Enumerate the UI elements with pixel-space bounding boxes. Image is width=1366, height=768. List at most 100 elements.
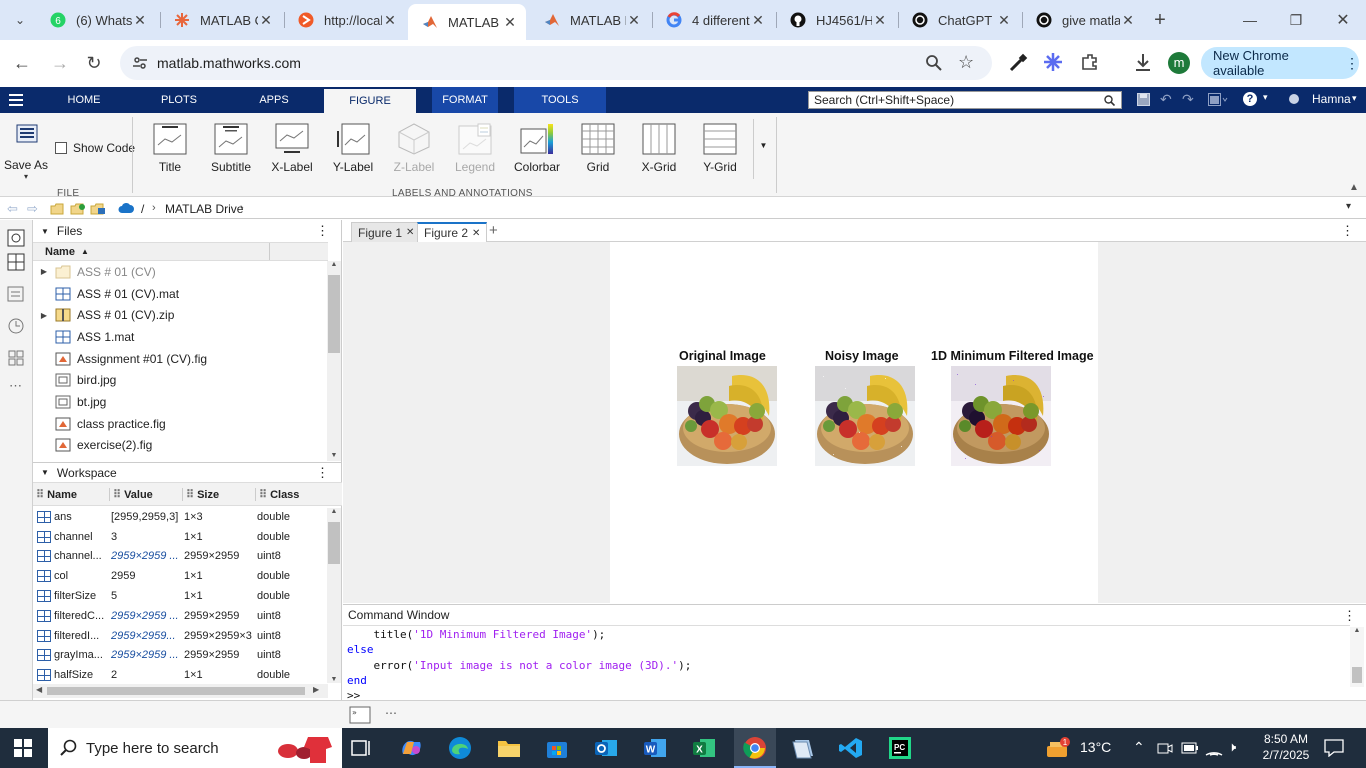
browse-folder-icon[interactable] — [70, 202, 86, 215]
panel-menu-icon[interactable]: ⋮ — [316, 223, 329, 239]
wifi-icon[interactable] — [1205, 740, 1223, 756]
command-scrollbar[interactable]: ▲ — [1350, 627, 1364, 687]
collapse-icon[interactable]: ▼ — [41, 227, 49, 236]
table-row[interactable]: filteredI... 2959×2959... 2959×2959×3 uint8 — [33, 626, 341, 646]
figure-canvas[interactable]: Original Image Noisy Image 1D Minimum Fi… — [610, 242, 1098, 603]
copilot-icon[interactable] — [398, 736, 424, 760]
search-folder-icon[interactable] — [90, 202, 106, 215]
list-item[interactable]: ASS # 01 (CV).mat — [33, 283, 341, 305]
files-panel-icon[interactable] — [6, 228, 26, 248]
close-icon[interactable]: ✕ — [132, 12, 148, 29]
y-label-button[interactable]: Y-Label — [325, 123, 381, 174]
battery-icon[interactable] — [1181, 741, 1199, 755]
chevron-up-icon[interactable]: ⌃ — [1133, 739, 1145, 756]
table-row[interactable]: channel 3 1×1 double — [33, 527, 341, 547]
hamburger-menu-icon[interactable] — [9, 93, 23, 106]
table-row[interactable]: grayIma... 2959×2959 ... 2959×2959 uint8 — [33, 646, 341, 666]
edge-icon[interactable] — [447, 736, 473, 760]
taskbar-active-app[interactable] — [734, 728, 776, 768]
path-folder[interactable]: MATLAB Drive — [165, 202, 243, 216]
clock-date[interactable]: 2/7/2025 — [1256, 748, 1316, 762]
clock-time[interactable]: 8:50 AM — [1256, 732, 1316, 746]
workspace-scrollbar[interactable]: ▲ ▼ — [327, 508, 341, 683]
table-row[interactable]: channel... 2959×2959 ... 2959×2959 uint8 — [33, 547, 341, 567]
close-icon[interactable]: ✕ — [996, 12, 1012, 29]
up-folder-icon[interactable] — [50, 202, 64, 215]
fruit-basket-image-noisy[interactable] — [815, 366, 915, 466]
undo-icon[interactable]: ↶ — [1160, 91, 1172, 108]
collapse-toolstrip-icon[interactable]: ▲ — [1349, 182, 1359, 193]
close-icon[interactable]: ✕ — [1120, 12, 1136, 29]
vscode-icon[interactable] — [838, 736, 864, 760]
list-item[interactable]: exercise(2).fig — [33, 435, 341, 457]
table-row[interactable]: col 2959 1×1 double — [33, 566, 341, 586]
path-dropdown-icon[interactable]: ▾ — [1346, 201, 1351, 212]
list-item[interactable]: class practice.fig — [33, 413, 341, 435]
close-window-button[interactable]: ✕ — [1331, 8, 1355, 32]
checkbox-box[interactable] — [55, 142, 67, 154]
back-icon[interactable]: ← — [10, 51, 34, 75]
excel-icon[interactable]: X — [691, 736, 717, 760]
tab-apps[interactable]: APPS — [250, 87, 298, 113]
fruit-basket-image-original[interactable] — [677, 366, 777, 466]
matlab-search-input[interactable]: Search (Ctrl+Shift+Space) — [808, 91, 1122, 109]
list-item[interactable]: ▶ ASS # 01 (CV).zip — [33, 304, 341, 326]
panel-menu-icon[interactable]: ⋮ — [1343, 608, 1356, 624]
y-grid-button[interactable]: Y-Grid — [692, 123, 748, 174]
redo-icon[interactable]: ↷ — [1182, 91, 1194, 108]
command-history-icon[interactable] — [6, 284, 26, 304]
notifications-icon[interactable] — [1324, 739, 1344, 757]
x-label-button[interactable]: X-Label — [264, 123, 320, 174]
notepad-icon[interactable] — [789, 736, 815, 760]
chevron-down-icon[interactable]: ▾ — [1263, 92, 1268, 103]
browser-tab-chatgpt[interactable]: ChatGPT ✕ — [898, 4, 1020, 36]
close-icon[interactable]: ✕ — [258, 12, 274, 29]
restore-button[interactable]: ❐ — [1284, 8, 1308, 32]
outlook-icon[interactable] — [593, 736, 619, 760]
reload-icon[interactable]: ↻ — [82, 51, 106, 75]
z-label-button[interactable]: Z-Label — [386, 123, 442, 174]
tab-figure[interactable]: FIGURE — [324, 89, 416, 113]
title-button[interactable]: Title — [142, 123, 198, 174]
back-arrow-icon[interactable]: ⇦ — [7, 201, 18, 217]
add-figure-tab-button[interactable]: + — [489, 222, 498, 239]
tab-format[interactable]: FORMAT — [432, 87, 498, 113]
browser-tab-whatsapp[interactable]: 6 (6) WhatsApp ✕ — [36, 4, 156, 36]
clock-icon[interactable] — [6, 316, 26, 336]
volume-muted-icon[interactable]: 🕨 — [1228, 739, 1236, 755]
minimize-button[interactable]: — — [1238, 8, 1262, 32]
command-history-icon[interactable]: » — [349, 706, 371, 724]
save-as-button[interactable]: Save As ▾ — [0, 121, 52, 181]
layout-icon[interactable] — [1208, 93, 1228, 106]
weather-icon[interactable]: 1 — [1045, 736, 1071, 760]
close-icon[interactable]: ✕ — [472, 228, 480, 239]
browser-tab-matlab-drive[interactable]: MATLAB Drive ✕ — [530, 4, 650, 36]
user-name[interactable]: Hamna — [1312, 92, 1351, 106]
list-item[interactable]: ▶ ASS # 01 (CV) — [33, 261, 341, 283]
close-icon[interactable]: ✕ — [750, 12, 766, 29]
extensions-puzzle-icon[interactable] — [1080, 52, 1100, 72]
column-value[interactable]: ⠿ Value — [109, 487, 182, 501]
expand-icon[interactable]: ▶ — [33, 311, 55, 320]
temperature[interactable]: 13°C — [1080, 739, 1111, 755]
eyedropper-icon[interactable] — [1008, 53, 1028, 73]
tab-tools[interactable]: TOOLS — [514, 87, 606, 113]
panel-menu-icon[interactable]: ⋮ — [1341, 223, 1354, 239]
microsoft-store-icon[interactable] — [544, 736, 570, 760]
x-grid-button[interactable]: X-Grid — [631, 123, 687, 174]
address-bar[interactable]: matlab.mathworks.com ☆ — [120, 46, 992, 80]
workspace-panel-icon[interactable] — [6, 252, 26, 272]
file-explorer-icon[interactable] — [496, 736, 522, 760]
figure-tab-1[interactable]: Figure 1 ✕ — [351, 222, 422, 242]
download-icon[interactable] — [1133, 52, 1153, 72]
close-icon[interactable]: ✕ — [872, 12, 888, 29]
forward-icon[interactable]: → — [48, 51, 72, 75]
help-icon[interactable]: ? — [1243, 92, 1257, 106]
expand-icon[interactable]: ▶ — [33, 267, 55, 276]
table-row[interactable]: ans [2959,2959,3] 1×3 double — [33, 507, 341, 527]
forward-arrow-icon[interactable]: ⇨ — [27, 201, 38, 217]
scroll-thumb[interactable] — [328, 522, 340, 564]
gallery-expand-icon[interactable]: ▼ — [753, 119, 773, 179]
legend-button[interactable]: Legend — [447, 123, 503, 174]
close-icon[interactable]: ✕ — [382, 12, 398, 29]
